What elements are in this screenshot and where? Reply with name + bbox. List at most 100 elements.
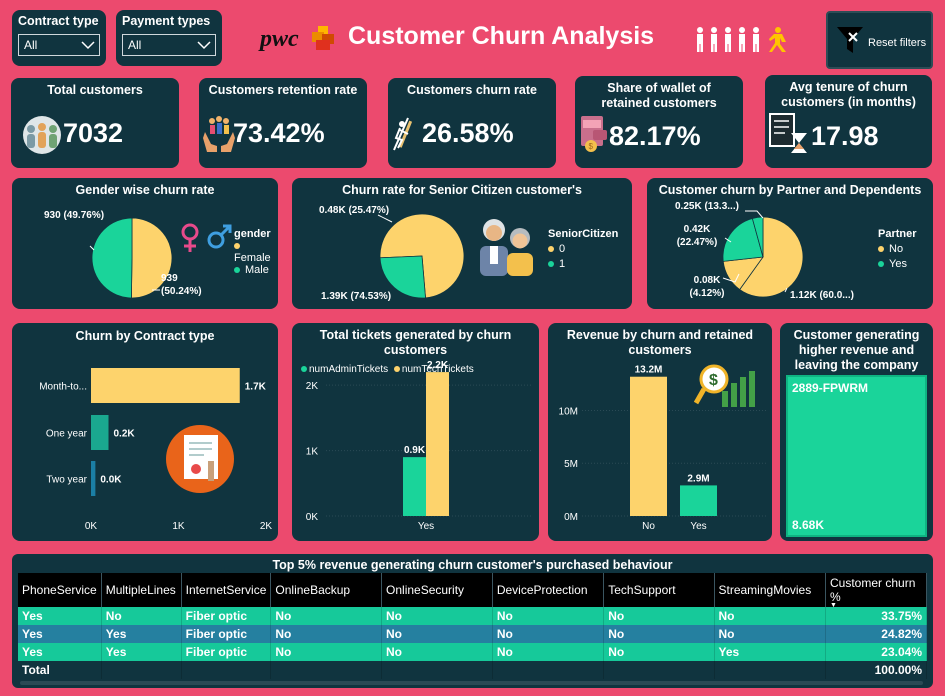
column-header-internetservice[interactable]: InternetService <box>181 573 272 607</box>
table-cell <box>492 661 605 679</box>
table-total-row: Total 100.00% <box>18 661 927 679</box>
table-cell: No <box>381 625 493 643</box>
kpi-title: Share of wallet of retained customers <box>601 81 717 110</box>
reset-filters-label: Reset filters <box>868 37 927 49</box>
svg-text:$: $ <box>709 372 718 389</box>
revenue-growth-icon: $ <box>694 364 755 407</box>
table-cell <box>101 661 182 679</box>
sort-descending-icon[interactable]: ▼ <box>830 602 837 609</box>
table-cell: No <box>492 607 605 625</box>
total-value: 100.00% <box>825 661 927 679</box>
total-label: Total <box>18 661 102 679</box>
dashboard-title: Customer Churn Analysis <box>348 22 655 50</box>
category-label: Month-to... <box>39 382 87 393</box>
legend-title: Partner <box>878 228 917 240</box>
bar-numTechTickets[interactable] <box>426 372 449 516</box>
table-cell: 23.04% <box>825 643 927 661</box>
table-row[interactable]: Yes Yes Fiber optic No No No No No 24.82% <box>18 625 927 643</box>
legend-item-no[interactable]: No <box>878 243 917 255</box>
bar-month-to-[interactable] <box>91 368 240 403</box>
table-cell: No <box>492 643 605 661</box>
bar-two-year[interactable] <box>91 461 96 496</box>
y-tick-label: 5M <box>564 459 578 470</box>
column-header-customer-churn[interactable]: Customer churn % ▼ <box>825 573 927 609</box>
table-cell: No <box>603 643 715 661</box>
table-cell: Yes <box>101 625 182 643</box>
bar-one-year[interactable] <box>91 415 109 450</box>
table-cell <box>714 661 826 679</box>
chevron-down-icon <box>81 41 95 50</box>
table-cell: Yes <box>18 607 102 625</box>
horizontal-scrollbar[interactable] <box>20 681 923 685</box>
pie-slice-male[interactable] <box>91 217 133 299</box>
data-label: 0.9K <box>404 445 426 456</box>
table-cell: No <box>101 607 182 625</box>
payment-types-label: Payment types <box>122 14 211 28</box>
kpi-value: 26.58% <box>422 118 514 148</box>
purchase-behaviour-table: PhoneService MultipleLines InternetService… <box>18 573 927 679</box>
treemap-tile[interactable]: 2889-FPWRM 8.68K <box>786 375 927 537</box>
chart-title: Customer generating higher revenue and l… <box>793 328 920 372</box>
contract-document-icon <box>166 425 234 493</box>
gender-legend: gender Female Male <box>234 228 278 276</box>
column-header-streamingmovies[interactable]: StreamingMovies <box>714 573 826 607</box>
column-header-deviceprotection[interactable]: DeviceProtection <box>492 573 605 607</box>
legend-item-yes[interactable]: Yes <box>878 258 917 270</box>
data-label-slice-4: 0.08K (4.12%) <box>689 275 725 299</box>
contract-type-churn-panel: Churn by Contract type Month-to... 1.7K On… <box>12 323 278 541</box>
contract-type-label: Contract type <box>18 14 99 28</box>
kpi-avg-tenure: Avg tenure of churn customers (in months… <box>765 75 932 168</box>
legend-item-male[interactable]: Male <box>234 264 278 276</box>
data-label: 0.2K <box>114 429 136 440</box>
senior-citizen-legend: SeniorCitizen 0 1 <box>548 228 618 270</box>
kpi-share-of-wallet: Share of wallet of retained customers $ … <box>575 76 743 168</box>
revenue-bar-chart: 0M 5M 10M 13.2M No 2.9M Yes <box>559 365 766 532</box>
x-tick-label: Yes <box>690 521 706 532</box>
leader-line <box>377 214 393 223</box>
contract-type-dropdown[interactable]: All <box>18 34 100 56</box>
legend-item-0[interactable]: 0 <box>548 243 618 255</box>
table-row[interactable]: Yes Yes Fiber optic No No No No Yes 23.04% <box>18 643 927 661</box>
column-header-techsupport[interactable]: TechSupport <box>603 573 715 607</box>
payment-types-value: All <box>128 38 142 52</box>
table-header-row: PhoneService MultipleLines InternetService… <box>18 573 927 609</box>
table-cell: No <box>381 643 493 661</box>
payment-types-slicer: Payment types All <box>116 10 222 66</box>
legend-item-1[interactable]: 1 <box>548 258 618 270</box>
x-tick-label: Yes <box>418 521 434 532</box>
data-label-female: 939 (50.24%) <box>161 273 202 297</box>
data-label-male: 930 (49.76%) <box>44 210 105 221</box>
kpi-title: Customers retention rate <box>208 83 358 97</box>
bar-no[interactable] <box>630 376 667 516</box>
customer-id: 2889-FPWRM <box>792 381 869 395</box>
filter-clear-icon <box>837 27 863 53</box>
female-male-symbol-icon <box>181 223 232 252</box>
people-churn-icon <box>697 27 786 52</box>
payment-types-dropdown[interactable]: All <box>122 34 216 56</box>
partner-legend: Partner No Yes <box>878 228 917 270</box>
legend-item-female[interactable]: Female <box>234 240 278 264</box>
kpi-title: Customers churn rate <box>407 83 537 97</box>
y-tick-label: 10M <box>559 406 578 417</box>
chevron-down-icon <box>197 41 211 50</box>
bar-numAdminTickets[interactable] <box>403 457 426 516</box>
table-row[interactable]: Yes No Fiber optic No No No No No 33.75% <box>18 607 927 625</box>
table-cell: No <box>714 625 826 643</box>
column-header-phoneservice[interactable]: PhoneService <box>18 573 102 607</box>
data-label-slice-2: 0.25K (13.3...) <box>675 201 739 212</box>
kpi-value: 73.42% <box>233 118 325 148</box>
column-header-multiplelines[interactable]: MultipleLines <box>101 573 182 607</box>
data-label: 2.9M <box>687 473 709 484</box>
kpi-title: Avg tenure of churn customers (in months… <box>781 80 916 109</box>
table-cell: Fiber optic <box>181 643 272 661</box>
table-cell: No <box>270 643 383 661</box>
tickets-panel: Total tickets generated by churn custome… <box>292 323 539 541</box>
table-cell: Yes <box>101 643 182 661</box>
column-header-onlinesecurity[interactable]: OnlineSecurity <box>381 573 493 607</box>
kpi-churn-rate: Customers churn rate 26.58% <box>388 78 556 168</box>
x-tick-label: 2K <box>260 521 273 532</box>
kpi-value: 82.17% <box>609 121 701 151</box>
bar-yes[interactable] <box>680 485 717 516</box>
column-header-onlinebackup[interactable]: OnlineBackup <box>270 573 383 607</box>
reset-filters-button[interactable]: Reset filters <box>826 11 933 69</box>
